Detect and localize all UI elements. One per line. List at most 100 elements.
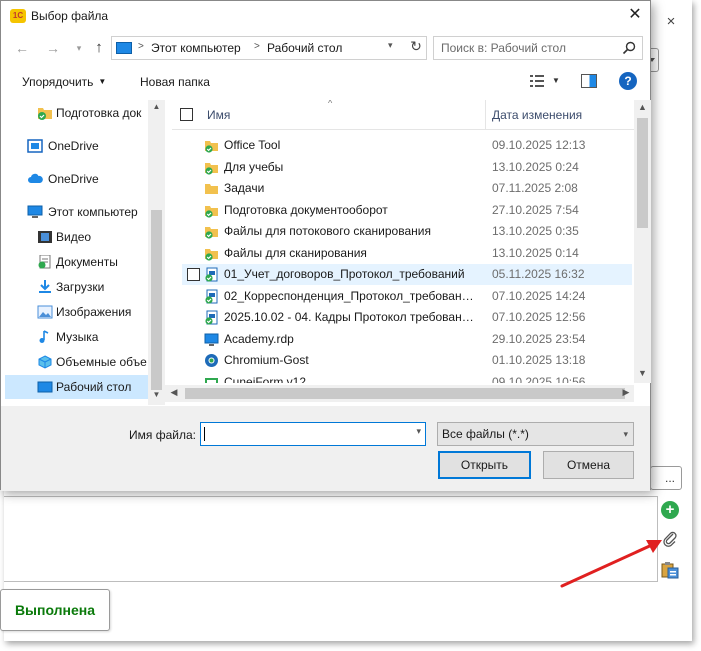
breadcrumb-separator-icon[interactable]: >: [138, 41, 144, 52]
nav-item-prep-docs[interactable]: Подготовка док: [5, 101, 148, 125]
folder-sync-icon: [205, 141, 218, 153]
scroll-right-icon[interactable]: ▶: [620, 387, 632, 398]
breadcrumb-separator-icon[interactable]: >: [254, 41, 260, 52]
breadcrumb-this-pc[interactable]: Этот компьютер: [151, 41, 241, 55]
refresh-icon[interactable]: ↻: [407, 38, 425, 58]
file-row[interactable]: 02_Корреспонденция_Протокол_требования 07…: [182, 286, 632, 307]
status-completed-button[interactable]: Выполнена: [0, 589, 110, 631]
nav-item-label: Этот компьютер: [48, 205, 138, 219]
breadcrumb-desktop[interactable]: Рабочий стол: [267, 41, 342, 55]
file-list-vertical-scrollbar[interactable]: ▲ ▼: [634, 100, 651, 383]
column-divider[interactable]: [485, 100, 486, 130]
search-placeholder: Поиск в: Рабочий стол: [441, 41, 566, 55]
background-ellipsis-button[interactable]: ...: [650, 466, 682, 490]
file-row[interactable]: Подготовка документооборот 27.10.2025 7:5…: [182, 200, 632, 221]
file-name: 01_Учет_договоров_Протокол_требований: [224, 267, 465, 281]
file-row[interactable]: 2025.10.02 - 04. Кадры Протокол требован…: [182, 307, 632, 328]
filetype-select[interactable]: Все файлы (*.*) ▾: [437, 422, 634, 446]
preview-pane-icon[interactable]: [581, 74, 597, 88]
forward-arrow-icon[interactable]: →: [43, 38, 63, 58]
video-icon: [38, 231, 52, 243]
organize-button[interactable]: Упорядочить ▼: [22, 75, 106, 89]
up-arrow-icon[interactable]: ↑: [89, 38, 109, 58]
computer-icon: [116, 42, 132, 54]
select-all-checkbox[interactable]: [180, 108, 193, 121]
desktop-icon: [37, 381, 53, 393]
file-row[interactable]: Academy.rdp 29.10.2025 23:54: [182, 329, 632, 350]
nav-item-label: Видео: [56, 230, 92, 244]
file-row[interactable]: Файлы для сканирования 13.10.2025 0:14: [182, 243, 632, 264]
close-icon[interactable]: ✕: [621, 3, 649, 27]
file-list-header: ^ Имя Дата изменения: [172, 100, 634, 130]
file-list: ^ Имя Дата изменения Office Tool 09.10.20…: [172, 100, 634, 383]
file-date: 05.11.2025 16:32: [492, 267, 585, 281]
open-button[interactable]: Открыть: [438, 451, 531, 479]
address-bar[interactable]: > Этот компьютер > Рабочий стол ▾ ↻: [111, 36, 427, 60]
file-date: 13.10.2025 0:24: [492, 159, 579, 174]
nav-pane-scrollbar[interactable]: ▲ ▼: [148, 100, 165, 405]
nav-item-music[interactable]: Музыка: [5, 325, 148, 349]
cancel-button[interactable]: Отмена: [543, 451, 634, 479]
file-row[interactable]: Задачи 07.11.2025 2:08: [182, 178, 632, 199]
row-checkbox[interactable]: [187, 268, 200, 281]
view-options-chevron-icon[interactable]: ▼: [552, 76, 560, 85]
nav-item-desktop[interactable]: Рабочий стол: [5, 375, 148, 399]
nav-item-images[interactable]: Изображения: [5, 300, 148, 324]
download-icon: [39, 280, 51, 293]
nav-pane-scroll-thumb[interactable]: [151, 210, 162, 390]
file-date: 09.10.2025 10:56: [492, 374, 586, 384]
background-comment-textarea[interactable]: [4, 496, 658, 582]
address-dropdown-icon[interactable]: ▾: [388, 40, 393, 51]
scroll-down-icon[interactable]: ▼: [148, 388, 165, 402]
file-row[interactable]: Для учебы 13.10.2025 0:24: [182, 157, 632, 178]
column-header-name[interactable]: Имя: [207, 108, 230, 122]
help-icon[interactable]: ?: [619, 72, 637, 90]
file-name: Chromium-Gost: [224, 353, 309, 367]
filename-input[interactable]: ▾: [200, 422, 426, 446]
file-name: Academy.rdp: [224, 331, 294, 346]
file-list-scroll-thumb[interactable]: [637, 118, 648, 228]
file-name: Файлы для сканирования: [224, 245, 367, 260]
file-row[interactable]: CuneiForm v12 09.10.2025 10:56: [182, 372, 632, 384]
column-header-date[interactable]: Дата изменения: [492, 108, 582, 122]
file-row[interactable]: Chromium-Gost 01.10.2025 13:18: [182, 350, 632, 371]
file-list-horizontal-scrollbar[interactable]: ◀ ▶: [165, 385, 634, 402]
file-date: 13.10.2025 0:35: [492, 224, 579, 238]
nav-item-label: Подготовка док: [56, 106, 142, 120]
file-list-hscroll-thumb[interactable]: [185, 388, 625, 399]
chevron-down-icon[interactable]: ▾: [416, 426, 421, 437]
scroll-down-icon[interactable]: ▼: [634, 368, 651, 378]
file-open-dialog: 1С Выбор файла ✕ ← → ▾ ↑ > Этот компьюте…: [0, 0, 651, 491]
file-row[interactable]: Файлы для потокового сканирования 13.10.2…: [182, 221, 632, 242]
view-details-icon[interactable]: [529, 73, 545, 89]
search-input[interactable]: Поиск в: Рабочий стол: [433, 36, 643, 60]
plus-circle-icon[interactable]: +: [661, 501, 679, 519]
organize-label: Упорядочить: [22, 75, 94, 89]
search-icon[interactable]: [622, 41, 636, 55]
file-row[interactable]: 01_Учет_договоров_Протокол_требований 05.…: [182, 264, 632, 285]
scroll-up-icon[interactable]: ▲: [634, 102, 651, 112]
recent-locations-chevron-icon[interactable]: ▾: [69, 38, 89, 58]
nav-item-video[interactable]: Видео: [5, 225, 148, 249]
scroll-up-icon[interactable]: ▲: [148, 100, 165, 114]
nav-item-downloads[interactable]: Загрузки: [5, 275, 148, 299]
nav-item-3d-objects[interactable]: Объемные объе: [5, 350, 148, 374]
scroll-left-icon[interactable]: ◀: [168, 387, 180, 398]
nav-item-label: Музыка: [56, 330, 99, 344]
nav-item-onedrive-1[interactable]: OneDrive: [5, 134, 148, 158]
navigation-pane: Подготовка док OneDrive OneDrive Этот ко…: [5, 100, 165, 405]
filename-label: Имя файла:: [129, 428, 196, 442]
nav-item-this-pc[interactable]: Этот компьютер: [5, 200, 148, 224]
back-arrow-icon[interactable]: ←: [12, 38, 32, 58]
file-row[interactable]: Office Tool 09.10.2025 12:13: [182, 135, 632, 156]
paste-icon[interactable]: [661, 561, 679, 579]
background-close-icon[interactable]: ×: [662, 13, 680, 31]
nav-item-onedrive-2[interactable]: OneDrive: [5, 167, 148, 191]
text-caret: [204, 427, 205, 441]
nav-item-documents[interactable]: Документы: [5, 250, 148, 274]
new-folder-button[interactable]: Новая папка: [140, 75, 210, 89]
paperclip-icon[interactable]: [661, 530, 679, 548]
folder-sync-icon: [205, 205, 218, 218]
chevron-down-icon[interactable]: ▾: [623, 423, 628, 445]
file-name: 02_Корреспонденция_Протокол_требования: [224, 288, 474, 303]
